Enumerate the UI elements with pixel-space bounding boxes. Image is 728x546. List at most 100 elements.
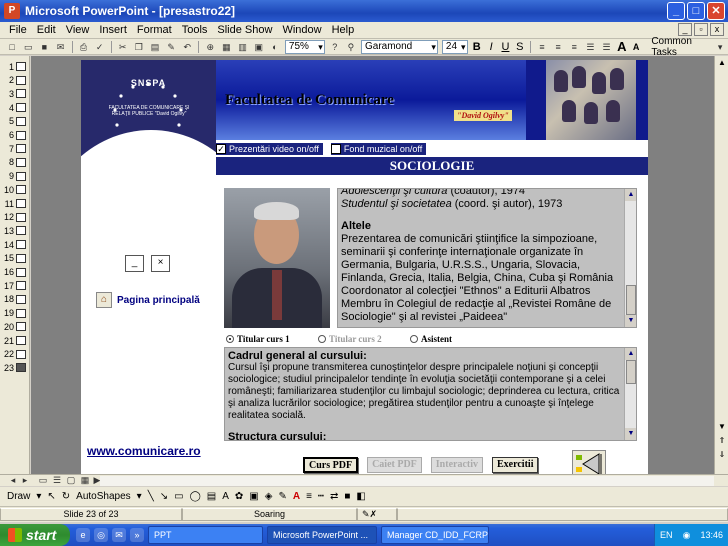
decrease-font-button[interactable]: A <box>630 40 642 54</box>
dropdown-arrow-icon[interactable]: ▾ <box>137 491 142 502</box>
slide-thumb-12[interactable]: 12 <box>2 211 30 224</box>
shadow-button[interactable]: S <box>514 40 526 54</box>
cut-icon[interactable]: ✂ <box>116 40 130 54</box>
3d-icon[interactable]: ◧ <box>356 491 365 502</box>
line-color-icon[interactable]: ✎ <box>278 491 286 502</box>
align-right-icon[interactable]: ≡ <box>567 40 581 54</box>
menu-format[interactable]: Format <box>132 24 177 36</box>
slide-thumb-21[interactable]: 21 <box>2 334 30 347</box>
video-toggle[interactable]: ✓ Prezentări video on/off <box>216 142 323 155</box>
home-link[interactable]: ⌂ Pagina principală <box>96 292 200 308</box>
previous-slide-icon[interactable]: ⇑ <box>715 434 728 448</box>
scroll-down-icon[interactable]: ▼ <box>625 428 636 440</box>
slide-thumb-7[interactable]: 7 <box>2 142 30 155</box>
increase-font-button[interactable]: A <box>616 39 628 54</box>
doc-minimize-button[interactable]: _ <box>678 23 692 36</box>
draw-menu[interactable]: Draw <box>7 491 30 502</box>
slide-thumb-15[interactable]: 15 <box>2 252 30 265</box>
slide-thumb-16[interactable]: 16 <box>2 266 30 279</box>
media-icon[interactable]: ◎ <box>94 528 108 542</box>
rectangle-tool-icon[interactable]: ▭ <box>174 491 183 502</box>
scroll-up-icon[interactable]: ▲ <box>715 56 728 70</box>
bio-scrollbar[interactable]: ▲ ▼ <box>624 189 636 327</box>
paste-icon[interactable]: ▤ <box>148 40 162 54</box>
fill-color-icon[interactable]: ◈ <box>265 491 273 502</box>
taskbar-item-ppt-folder[interactable]: PPT <box>148 526 263 544</box>
menu-tools[interactable]: Tools <box>177 24 213 36</box>
magnifier-icon[interactable]: ⚲ <box>344 40 358 54</box>
oval-tool-icon[interactable]: ◯ <box>190 491 201 502</box>
website-link[interactable]: www.comunicare.ro <box>87 444 201 458</box>
scroll-thumb[interactable] <box>626 360 636 384</box>
slide-thumb-3[interactable]: 3 <box>2 87 30 100</box>
radio-titular-2[interactable]: Titular curs 2 <box>318 332 410 346</box>
radio-titular-1[interactable]: Titular curs 1 <box>226 332 318 346</box>
caiet-pdf-button[interactable]: Caiet PDF <box>367 457 422 473</box>
clipart-tool-icon[interactable]: ✿ <box>235 491 243 502</box>
radio-asistent[interactable]: Asistent <box>410 332 502 346</box>
align-left-icon[interactable]: ≡ <box>535 40 549 54</box>
font-select[interactable]: Garamond <box>361 39 438 54</box>
line-tool-icon[interactable]: ╲ <box>148 491 154 502</box>
maximize-button[interactable]: □ <box>687 2 705 20</box>
bullets-icon[interactable]: ☰ <box>599 40 613 54</box>
spelling-icon[interactable]: ✓ <box>93 40 107 54</box>
curs-pdf-button[interactable]: Curs PDF <box>303 457 359 473</box>
horizontal-scrollbar[interactable] <box>100 476 714 486</box>
tables-icon[interactable]: ▦ <box>219 40 233 54</box>
outlook-icon[interactable]: ✉ <box>112 528 126 542</box>
grayscale-icon[interactable]: ◐ <box>268 40 282 54</box>
taskbar-item-manager[interactable]: Manager CD_IDD_FCRP <box>381 526 489 544</box>
email-icon[interactable]: ✉ <box>53 40 67 54</box>
ie-icon[interactable]: e <box>76 528 90 542</box>
slide-thumb-14[interactable]: 14 <box>2 238 30 251</box>
menu-edit[interactable]: Edit <box>32 24 61 36</box>
slide-thumb-5[interactable]: 5 <box>2 115 30 128</box>
menu-file[interactable]: File <box>4 24 32 36</box>
arrow-tool-icon[interactable]: ↘ <box>160 491 168 502</box>
music-toggle[interactable]: Fond muzical on/off <box>330 142 427 155</box>
save-icon[interactable]: ■ <box>37 40 51 54</box>
course-scrollbar[interactable]: ▲ ▼ <box>624 348 636 440</box>
slide-close-button[interactable]: × <box>151 255 170 272</box>
exercitii-button[interactable]: Exercitii <box>492 457 539 473</box>
volume-icon[interactable]: ◉ <box>683 530 691 541</box>
interactiv-button[interactable]: Interactiv <box>430 457 483 473</box>
undo-icon[interactable]: ↶ <box>180 40 194 54</box>
slide-thumb-19[interactable]: 19 <box>2 307 30 320</box>
scroll-thumb[interactable] <box>626 285 636 315</box>
slide-thumb-9[interactable]: 9 <box>2 170 30 183</box>
scroll-down-icon[interactable]: ▼ <box>625 315 636 327</box>
arrow-style-icon[interactable]: ⇄ <box>330 491 338 502</box>
textbox-tool-icon[interactable]: ▤ <box>207 491 216 502</box>
slide-thumb-17[interactable]: 17 <box>2 279 30 292</box>
show-desktop-icon[interactable]: » <box>130 528 144 542</box>
format-painter-icon[interactable]: ✎ <box>164 40 178 54</box>
taskbar-item-powerpoint[interactable]: Microsoft PowerPoint ... <box>267 526 377 544</box>
minimize-button[interactable]: _ <box>667 2 685 20</box>
slide-minimize-button[interactable]: _ <box>125 255 144 272</box>
slide-thumb-22[interactable]: 22 <box>2 348 30 361</box>
dropdown-arrow-icon[interactable]: ▾ <box>713 40 727 54</box>
scroll-up-icon[interactable]: ▲ <box>625 348 636 360</box>
slide-thumb-8[interactable]: 8 <box>2 156 30 169</box>
start-button[interactable]: start <box>0 524 70 546</box>
zoom-select[interactable]: 75% <box>284 39 325 54</box>
slide-thumb-11[interactable]: 11 <box>2 197 30 210</box>
scroll-up-icon[interactable]: ▲ <box>625 189 636 201</box>
picture-tool-icon[interactable]: ▣ <box>249 491 258 502</box>
window-titlebar[interactable]: P Microsoft PowerPoint - [presastro22] _… <box>0 0 728 22</box>
copy-icon[interactable]: ❐ <box>132 40 146 54</box>
help-icon[interactable]: ? <box>328 40 342 54</box>
print-icon[interactable]: ⎙ <box>76 40 90 54</box>
close-button[interactable]: ✕ <box>707 2 725 20</box>
italic-button[interactable]: I <box>485 40 497 54</box>
numbering-icon[interactable]: ☰ <box>583 40 597 54</box>
menu-view[interactable]: View <box>61 24 95 36</box>
shadow-icon[interactable]: ■ <box>344 491 350 502</box>
slide-thumb-2[interactable]: 2 <box>2 74 30 87</box>
menu-help[interactable]: Help <box>327 24 360 36</box>
bio-text-box[interactable]: Adolescenţii şi cultura (coautor), 1974 … <box>337 188 637 328</box>
slide-thumb-10[interactable]: 10 <box>2 183 30 196</box>
slide-thumb-6[interactable]: 6 <box>2 129 30 142</box>
